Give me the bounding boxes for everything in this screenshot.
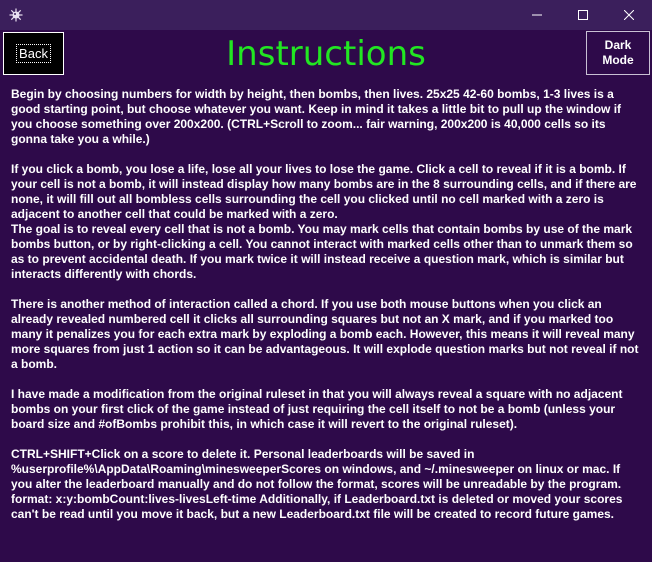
instructions-paragraph: The goal is to reveal every cell that is… [11, 222, 633, 281]
instructions-paragraph: CTRL+SHIFT+Click on a score to delete it… [11, 447, 623, 521]
back-button[interactable]: Back [3, 32, 64, 75]
instructions-paragraph: Begin by choosing numbers for width by h… [11, 87, 622, 146]
minimize-icon[interactable] [514, 0, 560, 30]
back-button-label: Back [16, 44, 51, 63]
instructions-text: Begin by choosing numbers for width by h… [11, 87, 643, 522]
maximize-icon[interactable] [560, 0, 606, 30]
instructions-paragraph: If you click a bomb, you lose a life, lo… [11, 162, 637, 221]
window-controls [514, 0, 652, 30]
main-content: Instructions Back Dark Mode Begin by cho… [0, 30, 652, 562]
close-icon[interactable] [606, 0, 652, 30]
minesweeper-icon [9, 8, 23, 22]
instructions-paragraph: I have made a modification from the orig… [11, 387, 623, 431]
instructions-paragraph: There is another method of interaction c… [11, 297, 639, 371]
dark-mode-button[interactable]: Dark Mode [586, 31, 650, 75]
page-title: Instructions [226, 34, 426, 74]
title-bar[interactable] [0, 0, 652, 30]
